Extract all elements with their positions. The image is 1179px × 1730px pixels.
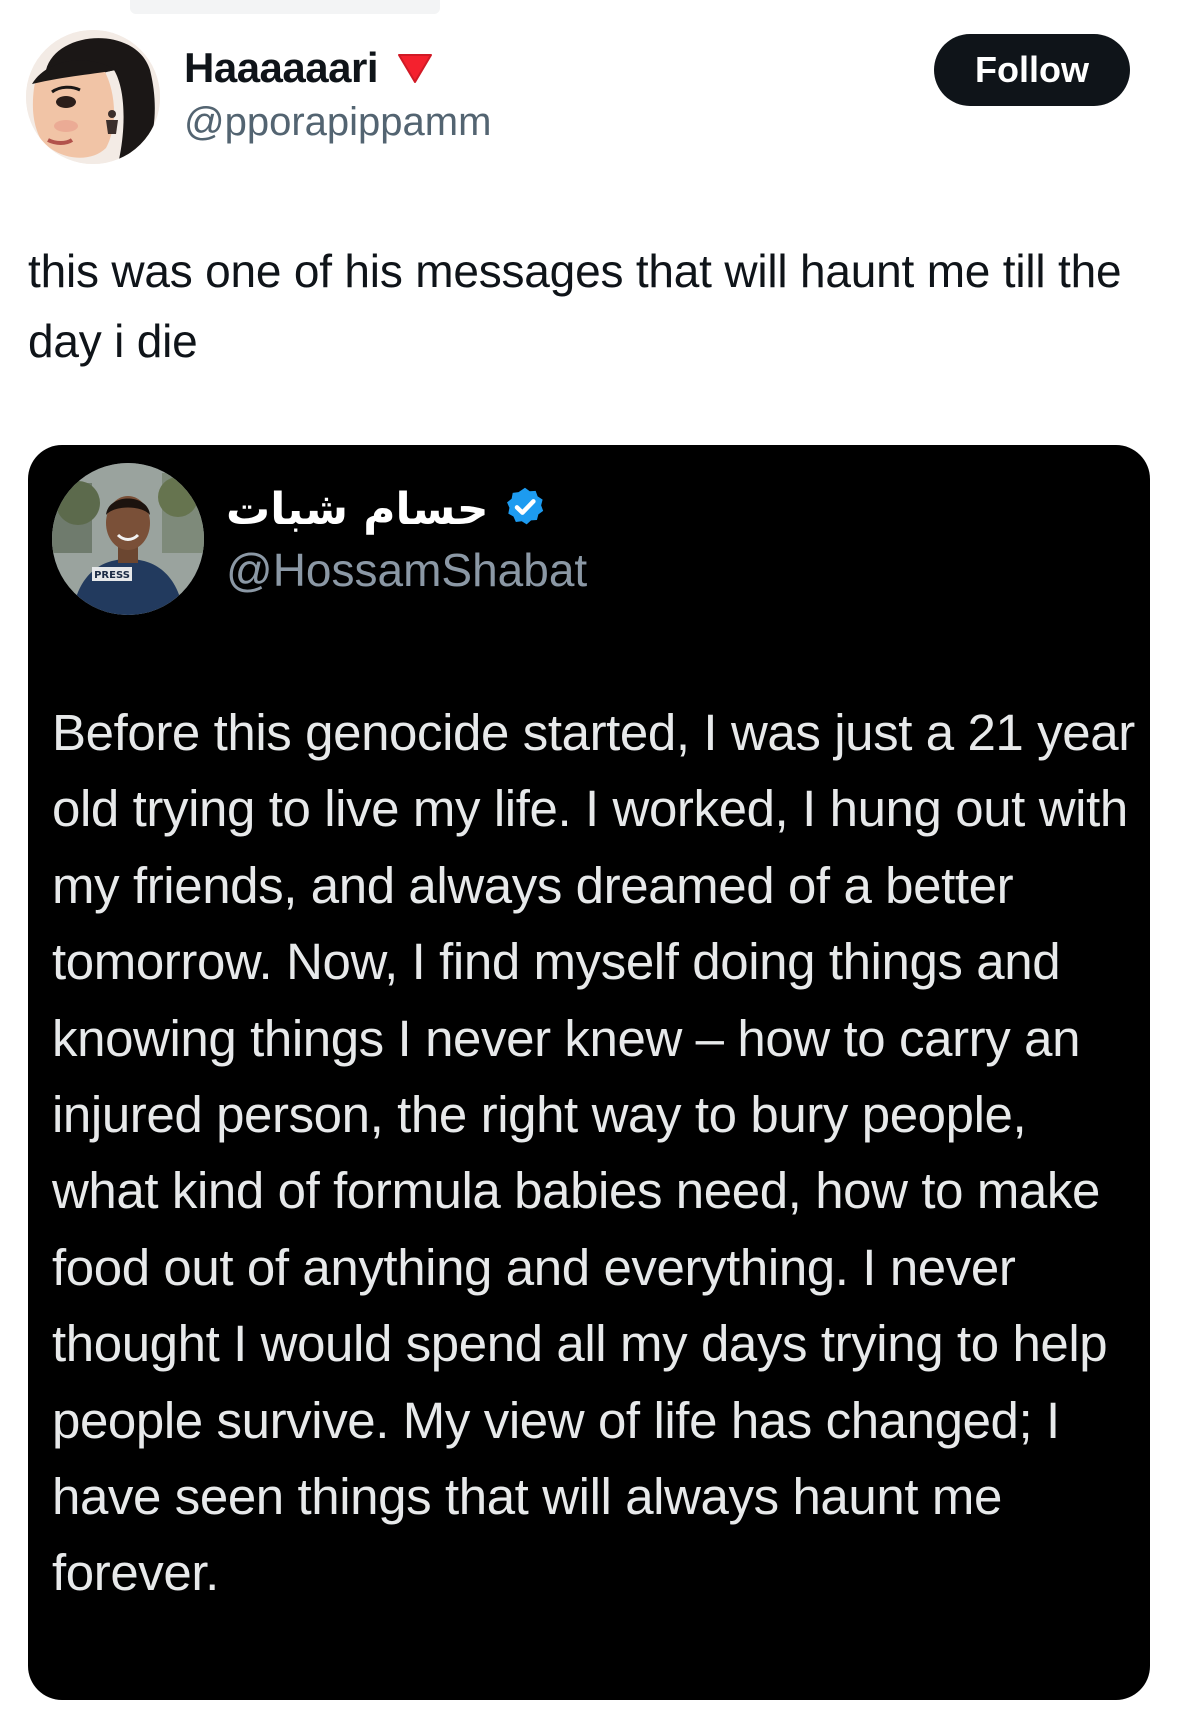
- author-display-name[interactable]: Haaaaaari: [184, 44, 379, 92]
- author-avatar[interactable]: [26, 30, 160, 164]
- avatar-illustration: [26, 30, 160, 164]
- quoted-tweet-body: Before this genocide started, I was just…: [52, 704, 1135, 1602]
- author-name-row: Haaaaaari: [184, 42, 434, 94]
- follow-button[interactable]: Follow: [934, 34, 1130, 106]
- verified-badge-icon: [503, 485, 547, 534]
- quoted-author-avatar: PRESS: [52, 463, 204, 615]
- press-photo-avatar: PRESS: [52, 463, 204, 615]
- quoted-tweet-image[interactable]: PRESS حسام شبات @HossamShabat Before thi…: [28, 445, 1150, 1700]
- quoted-author-handle: @HossamShabat: [226, 544, 588, 596]
- press-label: PRESS: [94, 570, 130, 581]
- quoted-author-display-name: حسام شبات: [226, 483, 489, 535]
- author-handle[interactable]: @pporapippamm: [184, 100, 491, 145]
- quoted-author-name-row: حسام شبات: [226, 479, 547, 539]
- red-triangle-icon: [396, 51, 434, 90]
- tweet-text: this was one of his messages that will h…: [28, 245, 1122, 367]
- tweet-header: Haaaaaari @pporapippamm Follow: [0, 0, 1179, 180]
